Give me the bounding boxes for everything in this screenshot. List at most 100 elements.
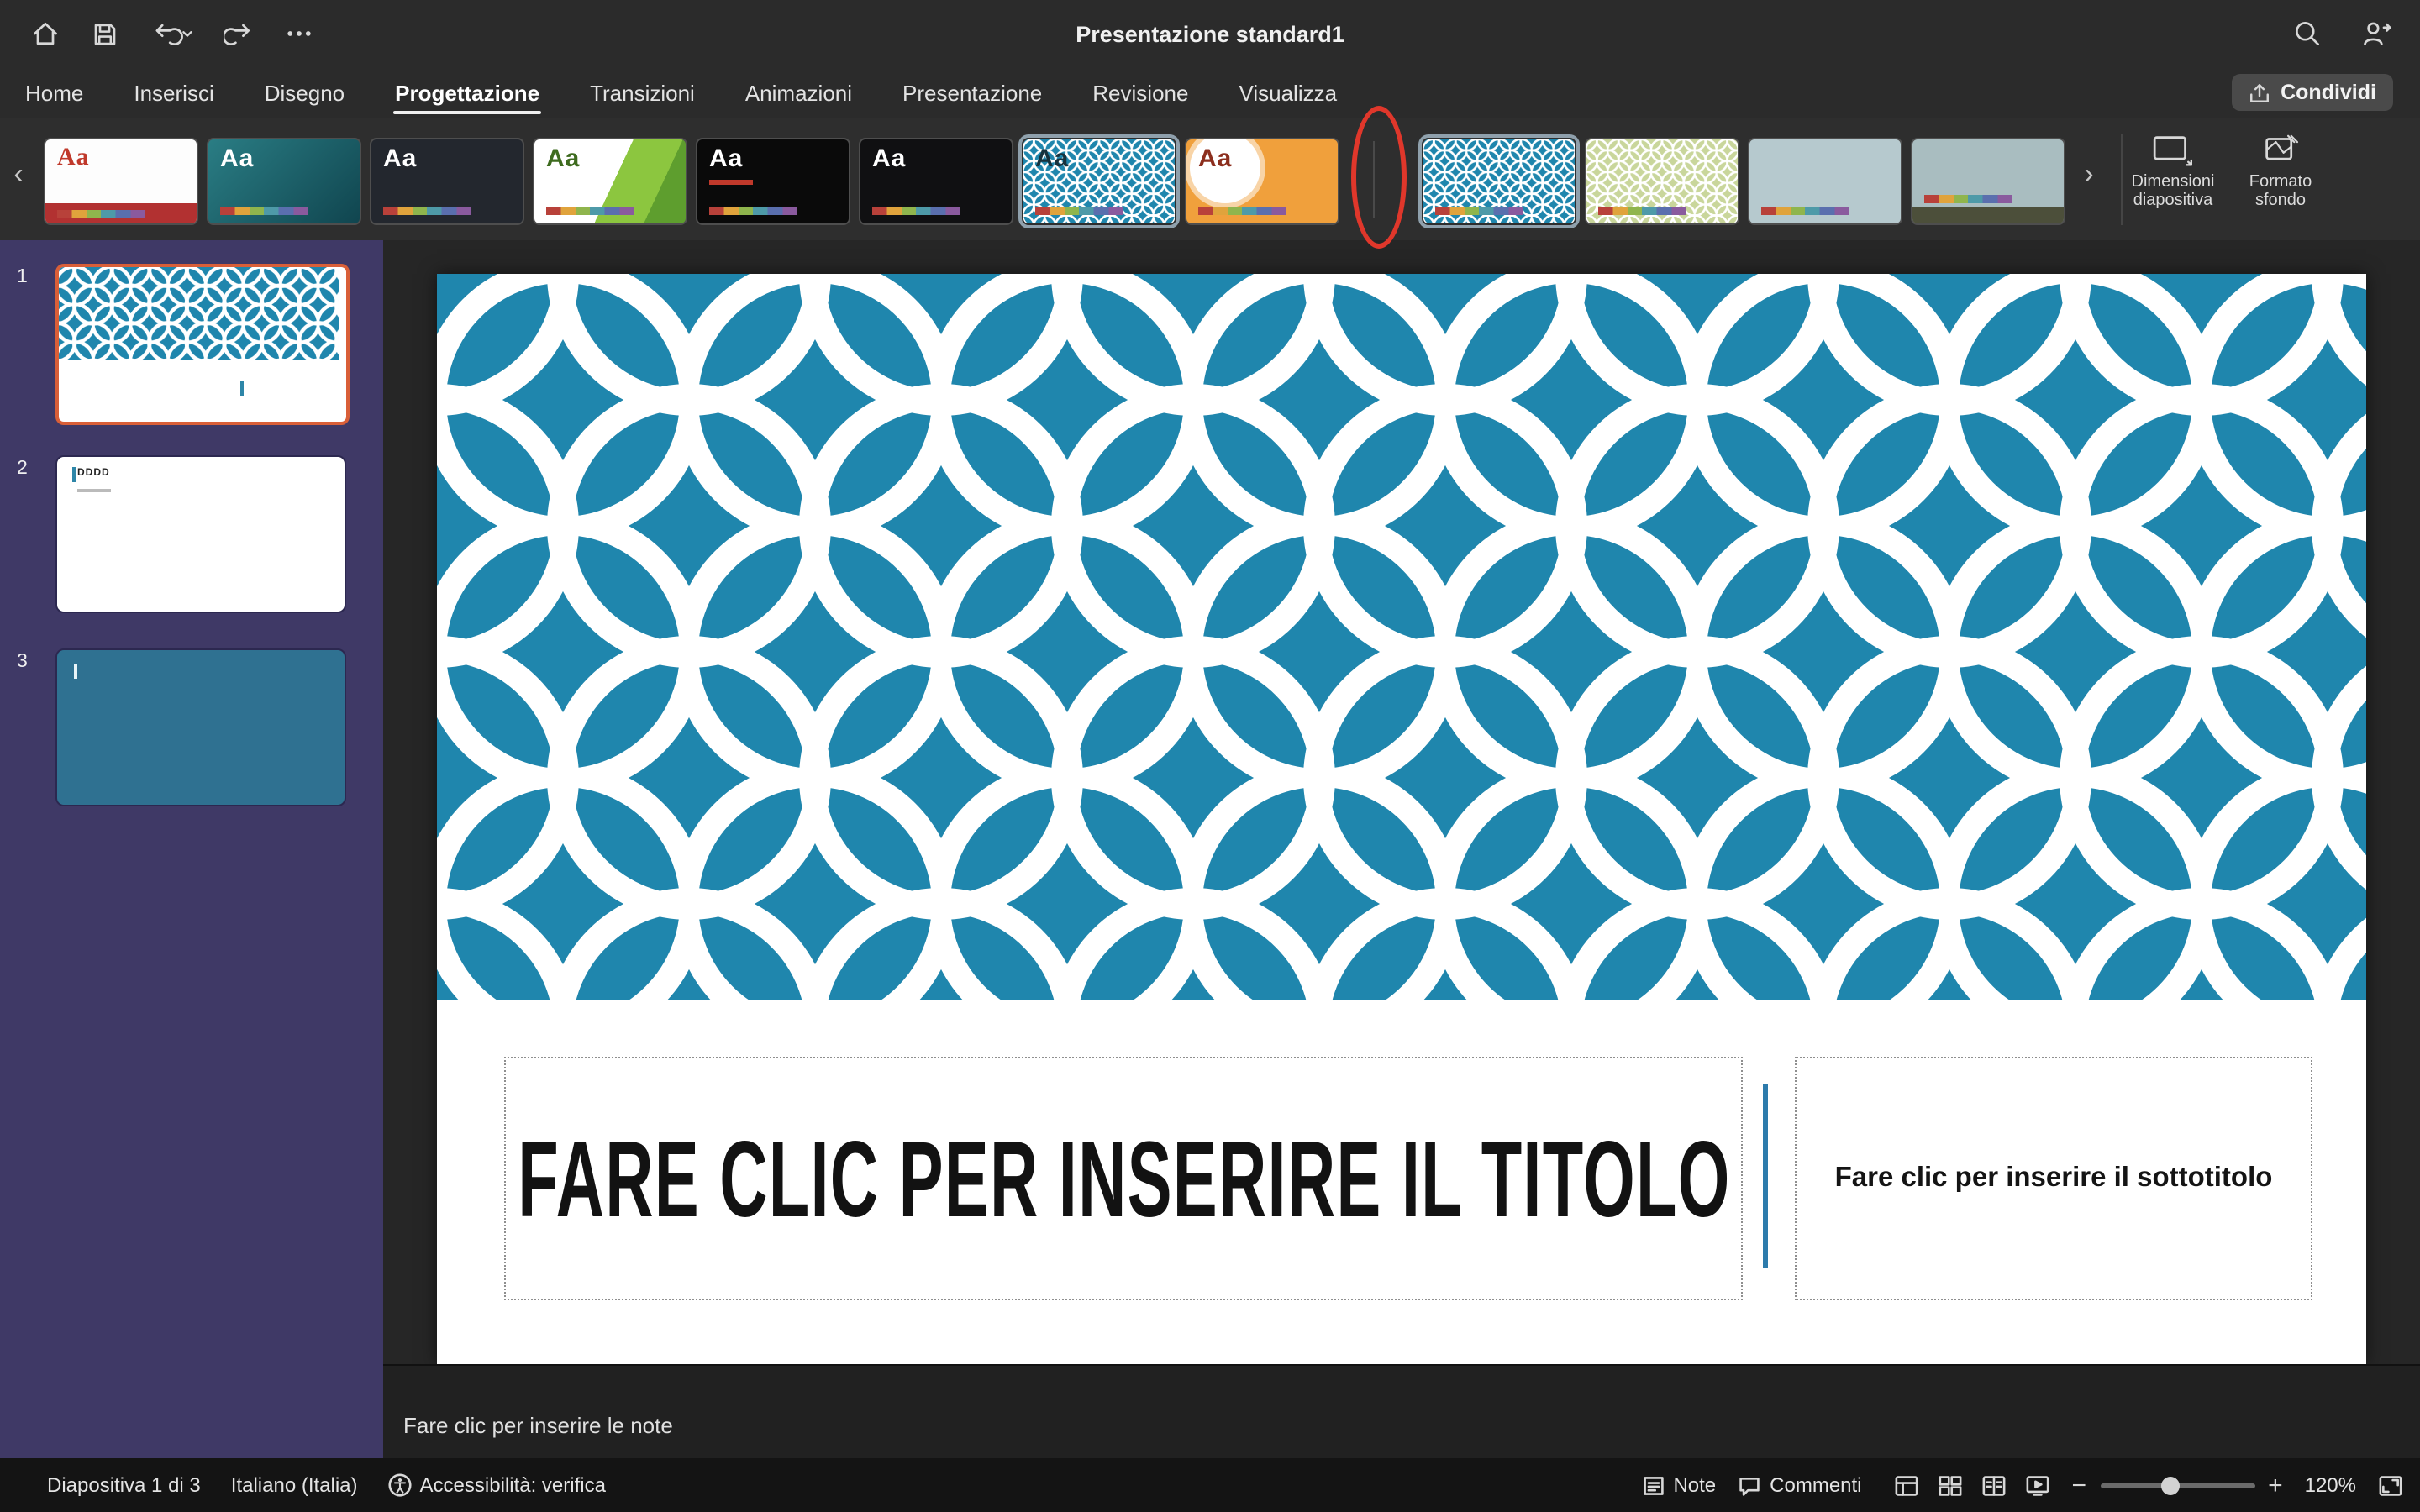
search-icon[interactable] (2292, 18, 2323, 49)
theme-aa-label: Aa (872, 144, 906, 173)
theme-palette (220, 207, 308, 215)
slide-number-1: 1 (17, 267, 28, 287)
theme-thumbnail-8[interactable]: Aa (1185, 138, 1339, 225)
slide1-pattern-preview (59, 267, 339, 360)
theme-aa-label: Aa (1035, 144, 1069, 173)
theme-aa-label: Aa (1198, 144, 1232, 173)
powerpoint-window: Presentazione standard1 Home Inserisci D… (0, 0, 2420, 1512)
variant-thumbnail-4[interactable] (1911, 138, 2065, 225)
slide-thumbnail-2[interactable]: DDDD (55, 455, 346, 613)
comments-icon (1738, 1474, 1761, 1496)
document-title: Presentazione standard1 (0, 0, 2420, 67)
notes-pane[interactable]: Fare clic per inserire le note (383, 1364, 2420, 1460)
format-background-button[interactable]: Formato sfondo (2232, 134, 2329, 210)
gallery-scroll-right-icon[interactable]: › (2077, 158, 2101, 192)
comments-toggle[interactable]: Commenti (1738, 1473, 1861, 1497)
theme-thumbnail-2[interactable]: Aa (207, 138, 361, 225)
theme-palette (872, 207, 960, 215)
gallery-scroll-left-icon[interactable]: ‹ (7, 158, 30, 192)
slideshow-view-icon[interactable] (2025, 1474, 2050, 1496)
subtitle-placeholder[interactable]: Fare clic per inserire il sottotitolo (1795, 1057, 2312, 1300)
theme-aa-label: Aa (709, 144, 743, 173)
share-button[interactable]: Condividi (2232, 74, 2393, 111)
zoom-out-icon[interactable]: − (2072, 1473, 2087, 1498)
notes-placeholder-text: Fare clic per inserire le note (403, 1413, 673, 1438)
variant-accent-strip (1912, 207, 2064, 223)
slide-thumbnail-1[interactable] (55, 264, 350, 425)
theme-thumbnail-3[interactable]: Aa (370, 138, 524, 225)
variant-palette (1598, 207, 1686, 215)
titlebar-right-controls (2292, 0, 2393, 67)
tab-visualizza[interactable]: Visualizza (1213, 67, 1362, 118)
title-subtitle-divider (1763, 1084, 1768, 1268)
tab-inserisci[interactable]: Inserisci (108, 67, 239, 118)
normal-view-icon[interactable] (1894, 1474, 1919, 1496)
slide3-text-cursor (74, 664, 76, 679)
zoom-controls: − + (2072, 1473, 2283, 1498)
theme-thumbnail-4[interactable]: Aa (533, 138, 687, 225)
slide2-text-cursor (72, 467, 75, 482)
slide-sorter-view-icon[interactable] (1938, 1474, 1963, 1496)
theme-thumbnail-6[interactable]: Aa (859, 138, 1013, 225)
notes-icon (1641, 1474, 1665, 1496)
tab-presentazione[interactable]: Presentazione (877, 67, 1067, 118)
accessibility-status[interactable]: Accessibilità: verifica (388, 1473, 606, 1497)
theme-accent-line (709, 180, 753, 185)
theme-aa-label: Aa (546, 144, 580, 173)
status-bar: Diapositiva 1 di 3 Italiano (Italia) Acc… (0, 1458, 2420, 1512)
tab-disegno[interactable]: Disegno (239, 67, 370, 118)
zoom-slider-knob[interactable] (2160, 1476, 2179, 1494)
titlebar: Presentazione standard1 (0, 0, 2420, 67)
slide2-mini-title: DDDD (77, 469, 110, 479)
comments-toggle-label: Commenti (1770, 1473, 1861, 1497)
tab-home[interactable]: Home (0, 67, 108, 118)
design-gallery: ‹ Aa Aa Aa Aa Aa Aa (0, 118, 2420, 242)
variant-thumbnail-3[interactable] (1748, 138, 1902, 225)
reading-view-icon[interactable] (1981, 1474, 2007, 1496)
theme-palette (383, 207, 471, 215)
notes-toggle[interactable]: Note (1641, 1473, 1716, 1497)
title-placeholder[interactable]: FARE CLIC PER INSERIRE IL TITOLO (504, 1057, 1743, 1300)
theme-thumbnail-7-selected[interactable]: Aa (1022, 138, 1176, 225)
account-icon[interactable] (2360, 18, 2393, 49)
fit-slide-to-window-icon[interactable] (2378, 1474, 2403, 1496)
slide1-text-cursor (240, 381, 243, 396)
notes-toggle-label: Note (1673, 1473, 1716, 1497)
slide-size-button[interactable]: Dimensioni diapositiva (2124, 134, 2222, 210)
status-left: Diapositiva 1 di 3 Italiano (Italia) Acc… (47, 1458, 606, 1512)
tab-progettazione[interactable]: Progettazione (370, 67, 565, 118)
slide-canvas[interactable]: FARE CLIC PER INSERIRE IL TITOLO Fare cl… (437, 274, 2366, 1364)
variant-palette (1761, 207, 1849, 215)
zoom-level[interactable]: 120% (2305, 1473, 2356, 1497)
title-placeholder-text: FARE CLIC PER INSERIRE IL TITOLO (517, 1116, 1729, 1241)
slide2-mini-textline (77, 489, 111, 492)
theme-thumbnail-5[interactable]: Aa (696, 138, 850, 225)
slide-counter: Diapositiva 1 di 3 (47, 1473, 201, 1497)
variant-thumbnail-1-selected[interactable] (1422, 138, 1576, 225)
accessibility-label: Accessibilità: verifica (420, 1473, 606, 1497)
theme-aa-label: Aa (383, 144, 417, 173)
zoom-slider[interactable] (2100, 1473, 2254, 1497)
theme-palette (1035, 207, 1123, 215)
language-indicator[interactable]: Italiano (Italia) (231, 1473, 358, 1497)
theme-thumbnail-1[interactable]: Aa (44, 138, 198, 225)
ribbon-tabs: Home Inserisci Disegno Progettazione Tra… (0, 67, 2420, 118)
status-right: Note Commenti (1641, 1458, 2403, 1512)
subtitle-placeholder-text: Fare clic per inserire il sottotitolo (1835, 1163, 2273, 1194)
slide-number-2: 2 (17, 459, 28, 479)
slide-editing-area: FARE CLIC PER INSERIRE IL TITOLO Fare cl… (383, 240, 2420, 1364)
theme-palette (57, 210, 145, 218)
tab-animazioni[interactable]: Animazioni (720, 67, 877, 118)
variant-thumbnail-2[interactable] (1585, 138, 1739, 225)
tab-transizioni[interactable]: Transizioni (565, 67, 720, 118)
theme-palette (546, 207, 634, 215)
tab-revisione[interactable]: Revisione (1067, 67, 1213, 118)
view-switcher (1894, 1474, 2050, 1496)
share-button-label: Condividi (2281, 81, 2376, 104)
slide-pattern-graphic (437, 274, 2366, 1000)
zoom-in-icon[interactable]: + (2268, 1473, 2283, 1498)
variant-palette (1435, 207, 1523, 215)
variant-palette (1924, 195, 2012, 203)
format-background-label: Formato sfondo (2232, 173, 2329, 210)
slide-thumbnail-3[interactable] (55, 648, 346, 806)
